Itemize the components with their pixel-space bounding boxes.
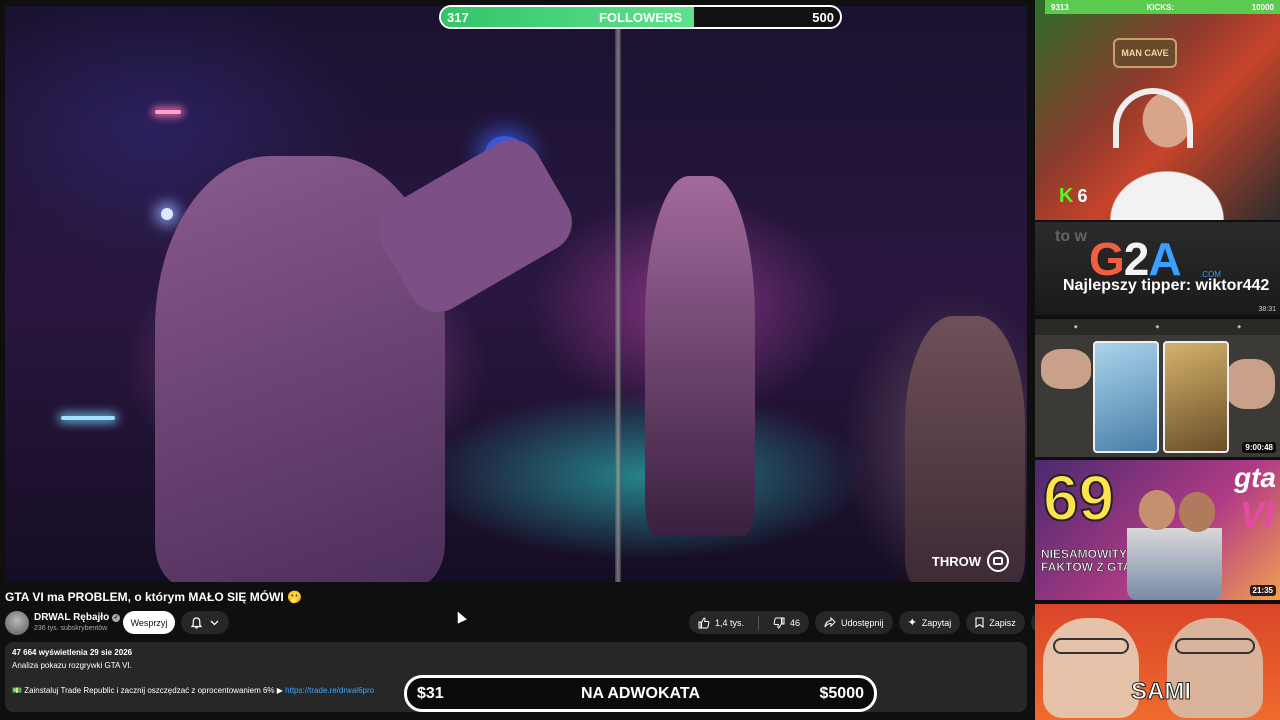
dislike-button[interactable]: 46 xyxy=(764,611,809,634)
lawyer-target: $5000 xyxy=(819,684,865,702)
gta-logo: gta xyxy=(1234,462,1276,493)
like-divider xyxy=(758,615,760,630)
woman-figure xyxy=(905,316,1025,582)
video-player[interactable]: THROW xyxy=(5,6,1027,582)
sparkle-icon: ✦ xyxy=(907,617,917,629)
save-label: Zapisz xyxy=(989,617,1016,628)
card xyxy=(1093,341,1159,453)
thumbs-up-icon xyxy=(698,616,710,628)
hand xyxy=(1225,359,1275,409)
promo-text: Zainstaluj Trade Republic i zacznij oszc… xyxy=(21,686,286,695)
lawyer-label: NA ADWOKATA xyxy=(580,684,701,702)
followers-goal-bar: 317 FOLLOWERS 500 xyxy=(439,5,842,29)
channel-name[interactable]: DRWAL Rębajło xyxy=(34,612,109,623)
kick-count: 6 xyxy=(1077,186,1088,206)
share-icon xyxy=(824,617,836,628)
g2a-ghost-text: to w xyxy=(1055,228,1087,245)
sidebar: 9313 KICKS: 10000 MAN CAVE K 6 to w G2A … xyxy=(1035,0,1280,720)
gta-vi-logo: VI xyxy=(1239,494,1274,535)
video-duration: 21:35 xyxy=(1249,585,1276,596)
thumbnail-text: SAMI xyxy=(1131,678,1192,706)
video-title: GTA VI ma PROBLEM, o którym MAŁO SIĘ MÓW… xyxy=(5,590,302,604)
throw-label: THROW xyxy=(931,553,981,569)
like-dislike-group: 1,4 tys. 46 xyxy=(689,611,810,634)
thumbnail-characters xyxy=(1127,490,1222,600)
like-count: 1,4 tys. xyxy=(715,617,745,628)
kicks-label: KICKS: xyxy=(1146,2,1175,12)
followers-label: FOLLOWERS xyxy=(598,9,683,25)
video-duration: 9:00:48 xyxy=(1242,442,1276,453)
chevron-down-icon xyxy=(210,620,219,625)
throw-icon xyxy=(987,550,1009,572)
mouse-cursor-icon xyxy=(453,609,467,624)
ask-label: Zapytaj xyxy=(921,617,952,628)
lawyer-current: $31 xyxy=(417,684,444,702)
glasses xyxy=(1053,638,1129,654)
support-button[interactable]: Wesprzyj xyxy=(123,611,175,634)
top-tipper: Najlepszy tipper: wiktor442 xyxy=(1063,277,1270,294)
recommended-video-thumbnail[interactable]: 69 NIESAMOWITYCH FAKTÓW Z GTA VI gta VI … xyxy=(1035,460,1280,600)
bell-icon xyxy=(191,616,202,629)
action-bar: 1,4 tys. 46 Udostępnij ✦ Zapytaj Zapisz … xyxy=(689,611,1054,634)
money-icon: 💵 xyxy=(12,686,22,695)
share-label: Udostępnij xyxy=(841,617,884,628)
lawyer-goal-bar: $31 NA ADWOKATA $5000 xyxy=(404,675,877,712)
description-text: Analiza pokazu rozgrywki GTA VI. xyxy=(12,661,132,670)
kicks-counter-bar: 9313 KICKS: 10000 xyxy=(1045,0,1280,14)
subscriber-count: 236 tys. subskrybentów xyxy=(34,625,108,632)
ask-button[interactable]: ✦ Zapytaj xyxy=(898,611,961,634)
view-stats: 47 664 wyświetlenia 29 sie 2026 xyxy=(12,648,133,657)
dislike-count: 46 xyxy=(790,617,801,628)
neon-strip xyxy=(61,416,115,420)
g2a-duration: 38:31 xyxy=(1258,306,1276,313)
kicks-target: 10000 xyxy=(1251,2,1274,12)
kick-logo-icon: K xyxy=(1059,185,1074,207)
verified-icon: ✓ xyxy=(112,613,121,622)
stage-light xyxy=(161,208,173,220)
screen: THROW 317 FOLLOWERS 500 GTA VI ma PROBLE… xyxy=(0,0,1280,720)
thumbnail-number: 69 xyxy=(1042,462,1115,534)
g2a-banner[interactable]: to w G2A .COM Najlepszy tipper: wiktor44… xyxy=(1035,222,1280,315)
save-button[interactable]: Zapisz xyxy=(966,611,1025,634)
cards-header: ◆ ◆ ◆ xyxy=(1035,319,1280,335)
notification-button[interactable] xyxy=(181,611,229,634)
channel-avatar[interactable] xyxy=(5,611,29,635)
card xyxy=(1163,341,1229,453)
recommended-video-thumbnail[interactable]: SAMI xyxy=(1035,604,1280,720)
neon-strip xyxy=(155,110,181,114)
kick-badge: K 6 xyxy=(1059,185,1087,208)
thumbs-down-icon xyxy=(773,617,785,629)
face xyxy=(1043,618,1139,718)
throw-button[interactable]: THROW xyxy=(932,550,1009,572)
bookmark-icon xyxy=(975,617,984,628)
dance-pole xyxy=(615,6,621,582)
glasses xyxy=(1175,638,1255,654)
man-cave-sign: MAN CAVE xyxy=(1113,38,1177,68)
kicks-left-stat: 9313 xyxy=(1051,2,1069,12)
like-button[interactable]: 1,4 tys. xyxy=(689,611,753,634)
channel-name-row[interactable]: DRWAL Rębajło ✓ xyxy=(34,612,121,623)
recommended-video-thumbnail[interactable]: ◆ ◆ ◆ 9:00:48 xyxy=(1035,319,1280,457)
webcam-overlay: 9313 KICKS: 10000 MAN CAVE K 6 xyxy=(1035,0,1280,220)
promo-link[interactable]: https://trade.re/drwal6pro xyxy=(285,686,374,695)
dancer-figure xyxy=(645,176,755,536)
share-button[interactable]: Udostępnij xyxy=(815,611,893,634)
followers-goal-text: 317 FOLLOWERS 500 xyxy=(441,7,840,27)
hand xyxy=(1041,349,1091,389)
